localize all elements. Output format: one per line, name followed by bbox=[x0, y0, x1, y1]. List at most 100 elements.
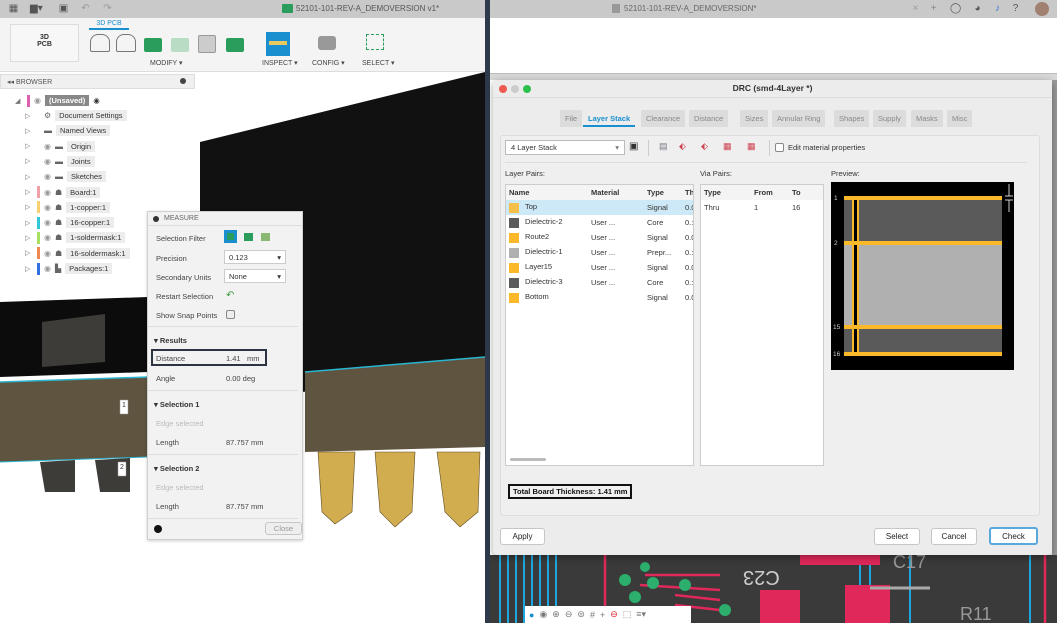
help-icon[interactable]: ? bbox=[1010, 3, 1021, 14]
undo-icon[interactable]: ↶ bbox=[80, 3, 91, 14]
select-menu[interactable]: SELECT ▾ bbox=[362, 59, 395, 67]
stack-properties-icon[interactable]: ▤ bbox=[659, 141, 668, 152]
eye-icon[interactable]: ◉ bbox=[44, 172, 51, 181]
remove-layer-icon[interactable]: ⬖ bbox=[701, 141, 708, 152]
save-icon[interactable]: ▣ bbox=[58, 3, 69, 14]
check-button[interactable]: Check bbox=[989, 527, 1038, 545]
pin-icon[interactable] bbox=[180, 78, 186, 84]
config-menu[interactable]: CONFIG ▾ bbox=[312, 59, 345, 67]
board-disabled-icon[interactable] bbox=[171, 38, 189, 52]
zoom-in-icon[interactable]: ⊕ bbox=[552, 609, 560, 620]
file-menu-icon[interactable]: ▆▾ bbox=[30, 3, 43, 14]
layer-row[interactable]: Bottom Signal 0.0 bbox=[506, 290, 693, 305]
browser-header[interactable]: ◂◂ BROWSER bbox=[0, 74, 195, 89]
expand-icon[interactable]: ▷ bbox=[25, 265, 33, 273]
tree-item[interactable]: ▷ ◉ ☗ 1-soldermask:1 bbox=[25, 231, 126, 244]
move-board-icon[interactable] bbox=[116, 34, 136, 52]
info-icon[interactable]: ● bbox=[529, 610, 534, 620]
expand-icon[interactable]: ◢ bbox=[15, 97, 23, 105]
col-name[interactable]: Name bbox=[506, 185, 588, 200]
layer-row[interactable]: Layer15 User ... Signal 0.0 bbox=[506, 260, 693, 275]
select-window-icon[interactable] bbox=[366, 34, 384, 50]
avatar[interactable] bbox=[1035, 2, 1049, 16]
horizontal-scrollbar[interactable] bbox=[510, 458, 546, 461]
eye-icon[interactable]: ◉ bbox=[539, 609, 547, 620]
stack-select[interactable]: 4 Layer Stack ▾ bbox=[505, 140, 625, 155]
expand-icon[interactable]: ▷ bbox=[25, 249, 33, 257]
remove-pair-icon[interactable]: ▦ bbox=[747, 141, 756, 152]
results-header[interactable]: ▾ Results bbox=[154, 336, 187, 345]
layers-icon[interactable]: ≡▾ bbox=[636, 609, 646, 620]
measure-icon[interactable] bbox=[266, 32, 290, 56]
layer-row[interactable]: Route2 User ... Signal 0.0 bbox=[506, 230, 693, 245]
eye-icon[interactable]: ◉ bbox=[44, 142, 51, 151]
selection2-header[interactable]: ▾ Selection 2 bbox=[154, 464, 199, 473]
inspect-menu[interactable]: INSPECT ▾ bbox=[262, 59, 298, 67]
expand-icon[interactable]: ▷ bbox=[25, 219, 33, 227]
via-table[interactable]: Type From To Thru 1 16 bbox=[700, 184, 824, 466]
zoom-out-icon[interactable]: ⊖ bbox=[565, 609, 573, 620]
expand-icon[interactable]: ▷ bbox=[25, 127, 33, 135]
tree-item[interactable]: ▷ ◉ ☗ 16-soldermask:1 bbox=[25, 247, 130, 260]
info-icon[interactable] bbox=[154, 525, 162, 533]
push-board-icon[interactable] bbox=[90, 34, 110, 52]
zoom-fit-icon[interactable]: ⊜ bbox=[577, 609, 585, 620]
board-component-icon[interactable] bbox=[144, 38, 162, 52]
tab-supply[interactable]: Supply bbox=[873, 110, 906, 127]
notification-icon[interactable]: ♪ bbox=[992, 3, 1003, 14]
eye-icon[interactable]: ◉ bbox=[44, 157, 51, 166]
tree-item[interactable]: ▷ ▬ Named Views bbox=[25, 124, 111, 137]
restart-icon[interactable]: ↶ bbox=[226, 290, 234, 301]
tree-root[interactable]: ◢ ◉ (Unsaved) ◉ bbox=[15, 94, 100, 107]
via-col-to[interactable]: To bbox=[789, 185, 823, 200]
config-icon[interactable] bbox=[318, 36, 336, 50]
tab-annular-ring[interactable]: Annular Ring bbox=[772, 110, 826, 127]
edit-board-icon[interactable] bbox=[226, 38, 244, 52]
tree-item[interactable]: ▷ ◉ ▙ Packages:1 bbox=[25, 262, 113, 275]
secondary-units-select[interactable]: None ▾ bbox=[224, 269, 286, 283]
modify-menu[interactable]: MODIFY ▾ bbox=[150, 59, 183, 67]
eye-icon[interactable]: ◉ bbox=[44, 264, 51, 273]
layer-table[interactable]: Name Material Type Th Top Signal 0.0 Dielec… bbox=[505, 184, 694, 466]
workspace-switcher[interactable]: 3D PCB bbox=[10, 24, 79, 62]
close-tab-icon[interactable]: × bbox=[910, 3, 921, 14]
collapse-icon[interactable]: ◂◂ bbox=[7, 79, 16, 86]
view-cube-icon[interactable] bbox=[198, 35, 216, 53]
via-col-from[interactable]: From bbox=[751, 185, 789, 200]
via-row[interactable]: Thru 1 16 bbox=[701, 200, 823, 215]
select-button[interactable]: Select bbox=[874, 528, 920, 545]
filter-edge-icon[interactable] bbox=[261, 233, 270, 241]
select-icon[interactable]: ⬚ bbox=[623, 609, 632, 620]
add-layer-icon[interactable]: ⬖ bbox=[679, 141, 686, 152]
tab-3d-pcb[interactable]: 3D PCB bbox=[89, 20, 129, 30]
tab-distance[interactable]: Distance bbox=[689, 110, 729, 127]
col-material[interactable]: Material bbox=[588, 185, 644, 200]
scrollbar[interactable] bbox=[1052, 80, 1057, 555]
via-col-type[interactable]: Type bbox=[701, 185, 751, 200]
layer-row[interactable]: Dielectric-1 User ... Prepr... 0.: bbox=[506, 245, 693, 260]
edit-material-checkbox[interactable] bbox=[775, 143, 784, 152]
add-pair-icon[interactable]: ▦ bbox=[723, 141, 732, 152]
expand-icon[interactable]: ▷ bbox=[25, 188, 33, 196]
stop-icon[interactable]: ⊖ bbox=[610, 609, 618, 620]
save-stack-icon[interactable]: ▣ bbox=[629, 141, 638, 152]
tree-item[interactable]: ▷ ⚙ Document Settings bbox=[25, 109, 127, 122]
new-tab-icon[interactable]: + bbox=[928, 3, 939, 14]
precision-select[interactable]: 0.123 ▾ bbox=[224, 250, 286, 264]
command-line[interactable] bbox=[490, 73, 1057, 80]
eye-icon[interactable]: ◉ bbox=[44, 203, 51, 212]
filter-body-icon[interactable] bbox=[224, 230, 237, 243]
tree-item[interactable]: ▷ ◉ ☗ Board:1 bbox=[25, 186, 101, 199]
cancel-button[interactable]: Cancel bbox=[931, 528, 977, 545]
tab-layer-stack[interactable]: Layer Stack bbox=[583, 110, 636, 127]
layer-row[interactable]: Dielectric-2 User ... Core 0.: bbox=[506, 215, 693, 230]
radio-icon[interactable]: ◉ bbox=[93, 96, 100, 105]
close-button[interactable]: Close bbox=[265, 522, 302, 535]
expand-icon[interactable]: ▷ bbox=[25, 203, 33, 211]
snap-checkbox[interactable] bbox=[226, 310, 235, 319]
apply-button[interactable]: Apply bbox=[500, 528, 545, 545]
expand-icon[interactable]: ▷ bbox=[25, 234, 33, 242]
eye-icon[interactable]: ◉ bbox=[44, 188, 51, 197]
eye-icon[interactable]: ◉ bbox=[44, 249, 51, 258]
redo-icon[interactable]: ↷ bbox=[102, 3, 113, 14]
